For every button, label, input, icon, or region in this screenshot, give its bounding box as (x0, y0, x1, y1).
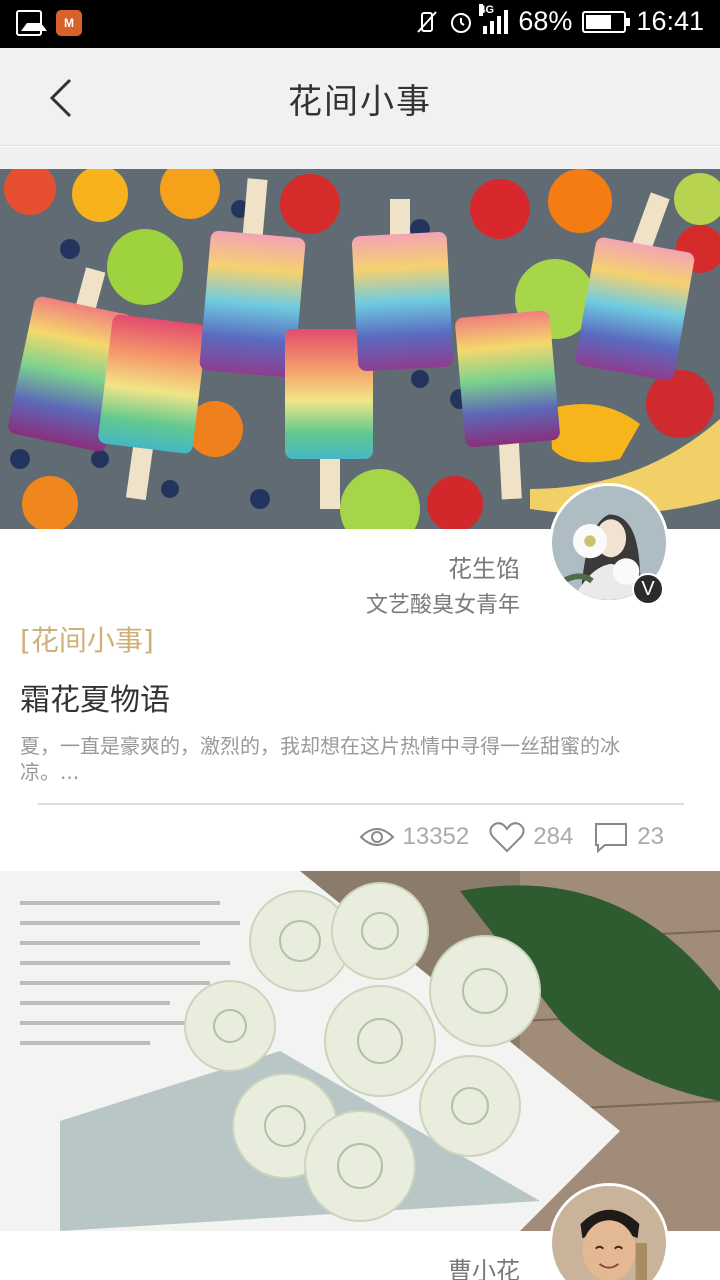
likes-stat[interactable]: 284 (489, 821, 573, 853)
clock: 16:41 (636, 6, 704, 36)
gallery-icon (16, 10, 47, 36)
post-excerpt: 夏，一直是豪爽的，激烈的，我却想在这片热情中寻得一丝甜蜜的冰凉。... (20, 734, 620, 784)
post-card[interactable]: 曹小花 (0, 871, 720, 1280)
likes-count: 284 (533, 823, 574, 850)
eye-icon (359, 828, 394, 846)
status-right: 4G 68% 16:41 (415, 3, 704, 37)
heart-icon[interactable] (489, 821, 525, 853)
comment-icon[interactable] (593, 821, 629, 853)
author-name[interactable]: 花生馅 (448, 549, 520, 584)
app-icon: M (56, 10, 82, 36)
views-stat: 13352 (359, 823, 470, 851)
post-title[interactable]: 霜花夏物语 (20, 675, 170, 719)
post-category[interactable]: [花间小事] (20, 619, 154, 659)
status-left-icons: M (16, 10, 82, 36)
author-name[interactable]: 曹小花 (448, 1251, 520, 1280)
alarm-icon (449, 10, 473, 34)
post-card[interactable]: V 花生馅 文艺酸臭女青年 [花间小事] 霜花夏物语 夏，一直是豪爽的，激烈的，… (0, 169, 720, 871)
battery-percent: 68% (518, 6, 573, 36)
comments-count: 23 (637, 823, 664, 850)
post-feed[interactable]: V 花生馅 文艺酸臭女青年 [花间小事] 霜花夏物语 夏，一直是豪爽的，激烈的，… (0, 147, 720, 1280)
comments-stat[interactable]: 23 (593, 821, 664, 853)
verified-icon: V (632, 573, 664, 605)
network-type: 4G (479, 3, 495, 16)
post-cover-image[interactable] (0, 169, 720, 529)
app-bar: 花间小事 (0, 48, 720, 146)
views-count: 13352 (402, 823, 470, 850)
signal-icon: 4G (479, 3, 509, 34)
status-bar: M 4G 68% 16:41 (0, 0, 720, 48)
battery-icon (582, 10, 631, 33)
post-cover-image[interactable] (0, 871, 720, 1231)
page-title: 花间小事 (288, 82, 432, 122)
post-stats: 13352 284 23 (359, 821, 664, 853)
author-bio: 文艺酸臭女青年 (365, 593, 520, 618)
vibrate-icon (415, 10, 439, 34)
divider (38, 803, 684, 805)
